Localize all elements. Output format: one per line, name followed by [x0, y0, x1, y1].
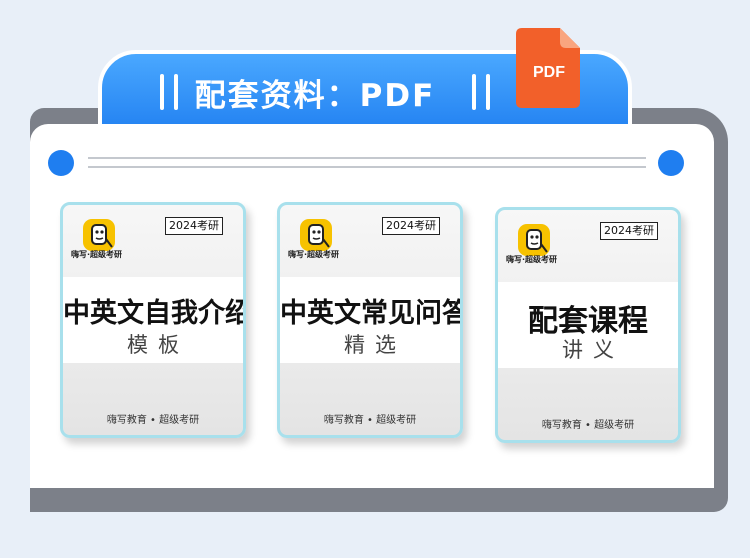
pdf-badge-label: PDF [533, 64, 565, 81]
document-thumbnail[interactable]: 嗨写·超级考研 2024考研 配套课程 讲义 嗨写教育 • 超级考研 [495, 207, 681, 443]
document-thumbnail[interactable]: 嗨写·超级考研 2024考研 中英文常见问答 精选 嗨写教育 • 超级考研 [277, 202, 463, 438]
divider-line-top [88, 157, 646, 159]
document-title: 中英文自我介绍 [63, 298, 246, 329]
divider-line-bottom [88, 166, 646, 168]
brand-name: 嗨写·超级考研 [71, 250, 123, 259]
document-footer: 嗨写教育 • 超级考研 [323, 415, 417, 426]
brand-name: 嗨写·超级考研 [506, 255, 558, 264]
brand-logo-icon [83, 219, 115, 251]
year-tag: 2024考研 [600, 222, 658, 240]
back-panel-bottom [30, 488, 714, 512]
year-tag: 2024考研 [382, 217, 440, 235]
document-footer: 嗨写教育 • 超级考研 [541, 420, 635, 431]
document-title: 中英文常见问答 [280, 298, 463, 329]
document-footer: 嗨写教育 • 超级考研 [106, 415, 200, 426]
year-tag: 2024考研 [165, 217, 223, 235]
brand-name: 嗨写·超级考研 [288, 250, 340, 259]
right-dot [658, 150, 684, 176]
document-subtitle: 模板 [127, 333, 189, 357]
document-subtitle: 讲义 [562, 338, 624, 362]
left-dot [48, 150, 74, 176]
document-thumbnail[interactable]: 嗨写·超级考研 2024考研 中英文自我介绍 模板 嗨写教育 • 超级考研 [60, 202, 246, 438]
brand-logo-icon [518, 224, 550, 256]
right-decor-bars [472, 74, 490, 110]
document-subtitle: 精选 [344, 333, 406, 357]
brand-logo-icon [300, 219, 332, 251]
header-title: 配套资料：PDF [194, 77, 436, 114]
